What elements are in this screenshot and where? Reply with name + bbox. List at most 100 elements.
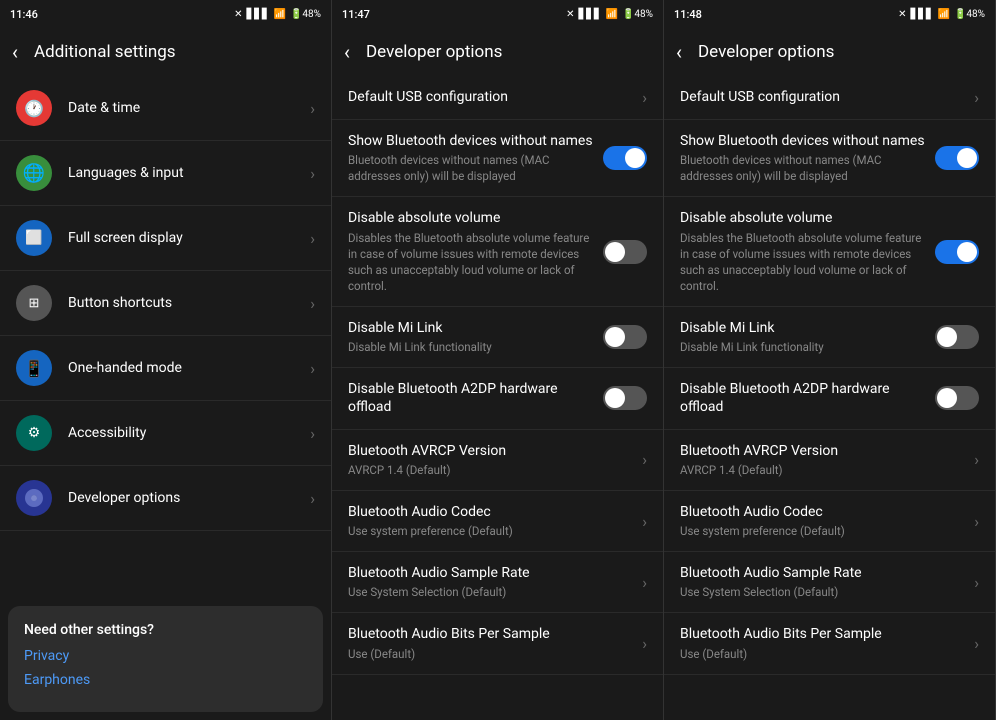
toggle-mi-link-2[interactable]	[935, 325, 979, 349]
dev-sample-rate[interactable]: Bluetooth Audio Sample Rate Use System S…	[332, 552, 663, 613]
dev-usb-title: Default USB configuration	[348, 88, 634, 106]
dev-mi-link-title-2: Disable Mi Link	[680, 319, 927, 337]
status-bar-1: 11:46 ✕ ▋▋▋ 📶 🔋48%	[0, 0, 331, 28]
status-icons-1: ✕ ▋▋▋ 📶 🔋48%	[234, 9, 321, 20]
full-screen-arrow: ›	[310, 229, 315, 248]
status-icons-2: ✕ ▋▋▋ 📶 🔋48%	[566, 9, 653, 20]
setting-languages[interactable]: 🌐 Languages & input ›	[0, 141, 331, 206]
one-handed-arrow: ›	[310, 359, 315, 378]
battery-icon-3: 🔋48%	[954, 9, 985, 20]
dev-bits-arrow: ›	[642, 634, 647, 653]
toggle-bluetooth-names-2[interactable]	[935, 146, 979, 170]
dev-audio-codec-2[interactable]: Bluetooth Audio Codec Use system prefere…	[664, 491, 995, 552]
dev-usb-arrow: ›	[642, 88, 647, 107]
dev-bits-title: Bluetooth Audio Bits Per Sample	[348, 625, 634, 643]
setting-developer[interactable]: Developer options ›	[0, 466, 331, 531]
dev-codec-arrow: ›	[642, 512, 647, 531]
dev-avrcp-title: Bluetooth AVRCP Version	[348, 442, 634, 460]
dev-codec-subtitle: Use system preference (Default)	[348, 523, 634, 539]
dev-rate-arrow-2: ›	[974, 573, 979, 592]
toggle-a2dp-1[interactable]	[603, 386, 647, 410]
button-shortcuts-icon: ⊞	[16, 285, 52, 321]
dev-abs-vol-title: Disable absolute volume	[348, 209, 595, 227]
screen-title-3: Developer options	[698, 42, 834, 62]
dev-absolute-volume[interactable]: Disable absolute volume Disables the Blu…	[332, 197, 663, 307]
dev-bluetooth-names-2[interactable]: Show Bluetooth devices without names Blu…	[664, 120, 995, 197]
wifi-icon-1: 📶	[274, 9, 286, 20]
back-button-3[interactable]: ‹	[676, 40, 682, 64]
screen-developer-options-2: 11:48 ✕ ▋▋▋ 📶 🔋48% ‹ Developer options D…	[664, 0, 996, 720]
toggle-absolute-volume-1[interactable]	[603, 240, 647, 264]
setting-full-screen[interactable]: ⬜ Full screen display ›	[0, 206, 331, 271]
dev-mi-link-2[interactable]: Disable Mi Link Disable Mi Link function…	[664, 307, 995, 368]
earphones-link[interactable]: Earphones	[24, 672, 307, 688]
screen-additional-settings: 11:46 ✕ ▋▋▋ 📶 🔋48% ‹ Additional settings…	[0, 0, 332, 720]
developer-icon	[16, 480, 52, 516]
dev-usb-config[interactable]: Default USB configuration ›	[332, 76, 663, 120]
dev-bits-2[interactable]: Bluetooth Audio Bits Per Sample Use (Def…	[664, 613, 995, 674]
dev-avrcp-2[interactable]: Bluetooth AVRCP Version AVRCP 1.4 (Defau…	[664, 430, 995, 491]
toggle-mi-link-1[interactable]	[603, 325, 647, 349]
date-time-arrow: ›	[310, 99, 315, 118]
dev-bluetooth-names[interactable]: Show Bluetooth devices without names Blu…	[332, 120, 663, 197]
dev-usb-title-2: Default USB configuration	[680, 88, 966, 106]
dev-settings-list-2: Default USB configuration › Show Bluetoo…	[664, 76, 995, 720]
setting-button-shortcuts[interactable]: ⊞ Button shortcuts ›	[0, 271, 331, 336]
dev-rate-arrow: ›	[642, 573, 647, 592]
back-button-1[interactable]: ‹	[12, 40, 18, 64]
settings-list-1: 🕐 Date & time › 🌐 Languages & input › ⬜ …	[0, 76, 331, 598]
one-handed-icon: 📱	[16, 350, 52, 386]
accessibility-arrow: ›	[310, 424, 315, 443]
dev-avrcp[interactable]: Bluetooth AVRCP Version AVRCP 1.4 (Defau…	[332, 430, 663, 491]
dev-a2dp-2[interactable]: Disable Bluetooth A2DP hardware offload	[664, 368, 995, 429]
dev-bt-names-subtitle-2: Bluetooth devices without names (MAC add…	[680, 152, 927, 184]
status-time-1: 11:46	[10, 8, 38, 21]
status-time-3: 11:48	[674, 8, 702, 21]
dev-a2dp[interactable]: Disable Bluetooth A2DP hardware offload	[332, 368, 663, 429]
developer-arrow: ›	[310, 489, 315, 508]
status-time-2: 11:47	[342, 8, 370, 21]
setting-date-time[interactable]: 🕐 Date & time ›	[0, 76, 331, 141]
developer-title: Developer options	[68, 489, 302, 507]
dev-absolute-volume-2[interactable]: Disable absolute volume Disables the Blu…	[664, 197, 995, 307]
dev-sample-rate-2[interactable]: Bluetooth Audio Sample Rate Use System S…	[664, 552, 995, 613]
dev-audio-codec[interactable]: Bluetooth Audio Codec Use system prefere…	[332, 491, 663, 552]
dev-abs-vol-subtitle-2: Disables the Bluetooth absolute volume f…	[680, 230, 927, 294]
toggle-bluetooth-names-1[interactable]	[603, 146, 647, 170]
dev-a2dp-title: Disable Bluetooth A2DP hardware offload	[348, 380, 595, 416]
dev-a2dp-title-2: Disable Bluetooth A2DP hardware offload	[680, 380, 927, 416]
dev-avrcp-arrow: ›	[642, 450, 647, 469]
privacy-link[interactable]: Privacy	[24, 648, 307, 664]
languages-icon: 🌐	[16, 155, 52, 191]
dev-codec-title-2: Bluetooth Audio Codec	[680, 503, 966, 521]
dev-bits-title-2: Bluetooth Audio Bits Per Sample	[680, 625, 966, 643]
toggle-absolute-volume-2[interactable]	[935, 240, 979, 264]
back-button-2[interactable]: ‹	[344, 40, 350, 64]
signal-icon-1: ▋▋▋	[246, 9, 269, 20]
setting-one-handed[interactable]: 📱 One-handed mode ›	[0, 336, 331, 401]
setting-accessibility[interactable]: ⚙ Accessibility ›	[0, 401, 331, 466]
date-time-icon: 🕐	[16, 90, 52, 126]
accessibility-icon: ⚙	[16, 415, 52, 451]
dev-rate-subtitle: Use System Selection (Default)	[348, 584, 634, 600]
battery-icon-2: 🔋48%	[622, 9, 653, 20]
dev-bits-arrow-2: ›	[974, 634, 979, 653]
x-icon-2: ✕	[566, 9, 574, 20]
x-icon-3: ✕	[898, 9, 906, 20]
dev-avrcp-title-2: Bluetooth AVRCP Version	[680, 442, 966, 460]
dev-mi-link[interactable]: Disable Mi Link Disable Mi Link function…	[332, 307, 663, 368]
one-handed-title: One-handed mode	[68, 359, 302, 377]
wifi-icon-2: 📶	[606, 9, 618, 20]
button-shortcuts-title: Button shortcuts	[68, 294, 302, 312]
toggle-a2dp-2[interactable]	[935, 386, 979, 410]
dev-settings-list-1: Default USB configuration › Show Bluetoo…	[332, 76, 663, 720]
signal-icon-2: ▋▋▋	[578, 9, 601, 20]
dev-rate-title: Bluetooth Audio Sample Rate	[348, 564, 634, 582]
dev-codec-title: Bluetooth Audio Codec	[348, 503, 634, 521]
dev-bt-names-subtitle: Bluetooth devices without names (MAC add…	[348, 152, 595, 184]
dev-mi-link-subtitle-2: Disable Mi Link functionality	[680, 339, 927, 355]
dev-usb-config-2[interactable]: Default USB configuration ›	[664, 76, 995, 120]
date-time-title: Date & time	[68, 99, 302, 117]
dev-bits[interactable]: Bluetooth Audio Bits Per Sample Use (Def…	[332, 613, 663, 674]
dev-codec-arrow-2: ›	[974, 512, 979, 531]
